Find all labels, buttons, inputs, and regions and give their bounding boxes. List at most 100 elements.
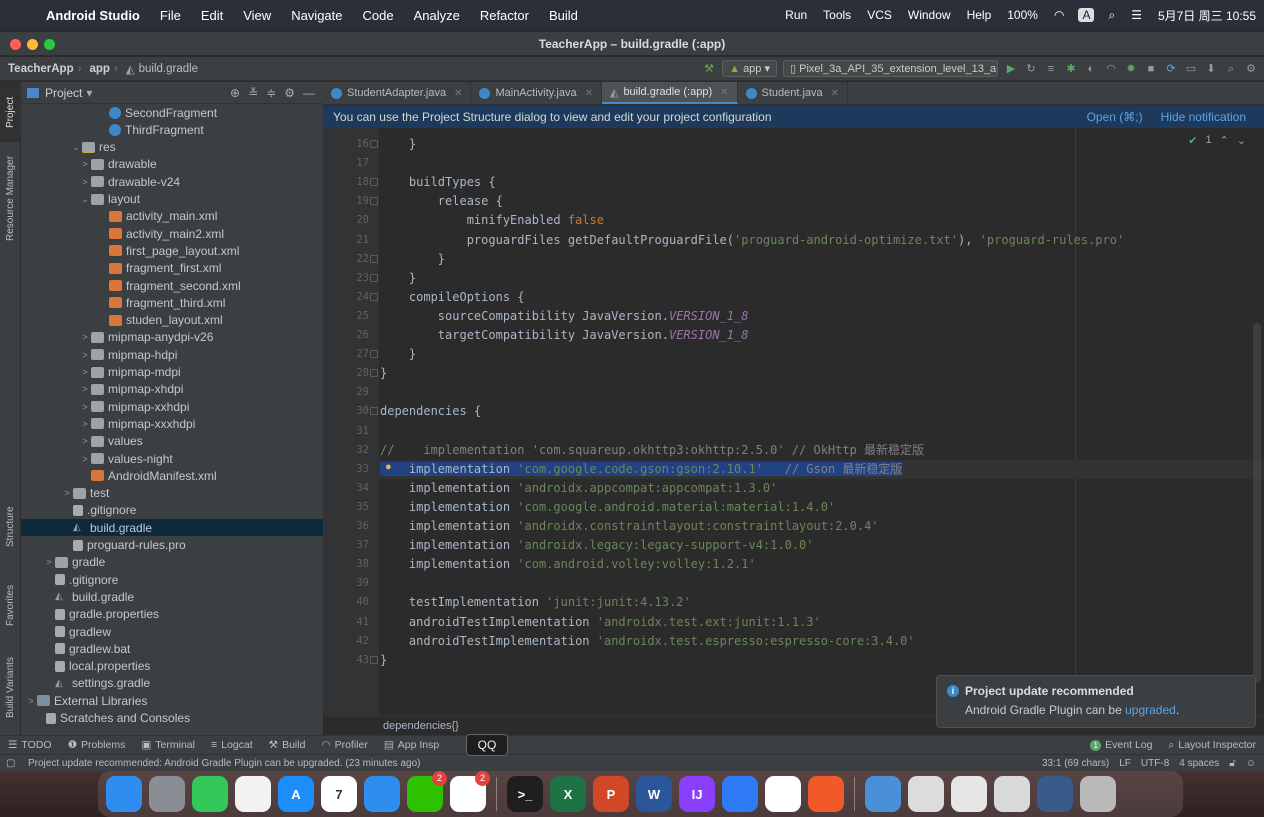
tree-item[interactable]: > mipmap-hdpi [21,346,323,363]
sync-gradle-icon[interactable]: ⟳ [1164,62,1178,76]
spotlight-icon[interactable]: ⌕ [1100,8,1123,23]
chevron-right-icon[interactable]: > [43,557,55,567]
gear-icon[interactable]: ⚙ [284,86,295,100]
tool-tab-favorites[interactable]: Favorites [0,570,21,640]
tool-logcat[interactable]: ≡ Logcat [203,739,261,751]
status-message[interactable]: Project update recommended: Android Grad… [0,758,420,769]
tree-item[interactable]: .gitignore [21,571,323,588]
nav-file[interactable]: ◭ build.gradle [118,62,202,76]
chevron-right-icon[interactable]: > [79,454,91,464]
intellij-icon[interactable]: IJ [679,776,715,812]
tool-build[interactable]: ⚒ Build [261,739,314,751]
code-line[interactable]: androidTestImplementation 'androidx.test… [380,632,915,651]
code-line[interactable]: targetCompatibility JavaVersion.VERSION_… [380,326,749,345]
editor-scrollbar[interactable] [1253,323,1261,683]
close-window-icon[interactable] [10,39,21,50]
hide-notification-link[interactable]: Hide notification [1161,110,1246,124]
tree-item[interactable]: activity_main.xml [21,208,323,225]
tree-item[interactable]: gradle.properties [21,606,323,623]
fold-marker-icon[interactable] [370,178,378,187]
tree-item[interactable]: ⌄ layout [21,191,323,208]
chevron-right-icon[interactable]: > [25,696,37,706]
tool-event-log[interactable]: 1 Event Log [1082,739,1160,752]
notes-icon[interactable] [235,776,271,812]
tab-main-activity[interactable]: MainActivity.java ✕ [471,82,602,104]
launchpad-icon[interactable] [149,776,185,812]
calendar-icon[interactable]: 7 [321,776,357,812]
chevron-right-icon[interactable]: > [79,367,91,377]
code-line[interactable]: // implementation 'com.squareup.okhttp3:… [380,441,924,460]
code-line[interactable]: implementation 'androidx.appcompat:appco… [380,479,777,498]
profiler-icon[interactable]: ◠ [1104,62,1118,76]
tree-item[interactable]: local.properties [21,658,323,675]
nav-module[interactable]: app [81,63,113,75]
minimize-window-icon[interactable] [27,39,38,50]
project-view-select[interactable]: Project [45,86,82,100]
fold-marker-icon[interactable] [370,254,378,263]
window-thumb-icon[interactable] [951,776,987,812]
code-line[interactable]: } [380,345,416,364]
collapse-all-icon[interactable]: ≑ [266,86,276,100]
code-line[interactable]: } [380,250,445,269]
file-encoding[interactable]: UTF-8 [1141,758,1169,769]
close-tab-icon[interactable]: ✕ [720,87,728,98]
menu-build[interactable]: Build [539,8,588,23]
stop-icon[interactable]: ■ [1144,62,1158,76]
tree-item[interactable]: fragment_first.xml [21,260,323,277]
menu-navigate[interactable]: Navigate [281,8,352,23]
tool-problems[interactable]: ❶ Problems [60,739,134,751]
lightbulb-icon[interactable]: ● [385,461,392,473]
input-method-indicator[interactable]: A [1078,8,1095,22]
tab-student-adapter[interactable]: StudentAdapter.java ✕ [323,82,472,104]
tool-tab-build-variants[interactable]: Build Variants [0,648,21,728]
zoom-window-icon[interactable] [44,39,55,50]
menu-vcs[interactable]: VCS [859,8,900,22]
locate-file-icon[interactable]: ⊕ [230,86,240,100]
chevron-right-icon[interactable]: > [79,419,91,429]
tree-item[interactable]: > mipmap-mdpi [21,364,323,381]
face-icon[interactable]: ☺ [1246,758,1256,769]
code-line[interactable]: compileOptions { [380,288,525,307]
tree-item[interactable]: > test [21,485,323,502]
menu-view[interactable]: View [233,8,281,23]
chevron-up-icon[interactable]: ⌃ [1220,134,1229,147]
tree-item[interactable]: > gradle [21,554,323,571]
tree-item[interactable]: SecondFragment [21,104,323,121]
code-line[interactable]: } [380,651,387,670]
coverage-icon[interactable]: ◐ [1084,62,1098,76]
tree-item[interactable]: > values-night [21,450,323,467]
search-icon[interactable]: ⌕ [1224,62,1238,76]
apply-changes-icon[interactable]: ↻ [1024,62,1038,76]
word-icon[interactable]: W [636,776,672,812]
menu-analyze[interactable]: Analyze [404,8,470,23]
code-line[interactable]: } [380,269,416,288]
debug-icon[interactable]: ✱ [1064,62,1078,76]
tree-item[interactable]: ◭ settings.gradle [21,675,323,692]
chevron-right-icon[interactable]: > [79,384,91,394]
tree-item[interactable]: > mipmap-anydpi-v26 [21,329,323,346]
fold-marker-icon[interactable] [370,292,378,301]
tool-tab-project[interactable]: Project [0,82,21,142]
chevron-right-icon[interactable]: > [79,159,91,169]
pen-app-icon[interactable] [808,776,844,812]
window-thumb-icon[interactable] [1037,776,1073,812]
close-tab-icon[interactable]: ✕ [454,88,462,99]
safari-icon[interactable] [364,776,400,812]
device-manager-icon[interactable]: ▭ [1184,62,1198,76]
menu-tools[interactable]: Tools [815,8,859,22]
tool-todo[interactable]: ☰ TODO [0,739,60,751]
code-line[interactable]: testImplementation 'junit:junit:4.13.2' [380,593,691,612]
tree-item[interactable]: > mipmap-xxxhdpi [21,415,323,432]
tool-layout-inspector[interactable]: ⌕ Layout Inspector [1160,739,1264,752]
fold-marker-icon[interactable] [370,197,378,206]
close-tab-icon[interactable]: ✕ [831,88,839,99]
tree-item[interactable]: ◭ build.gradle [21,588,323,605]
wechat-icon[interactable]: 2 [407,771,447,812]
fold-marker-icon[interactable] [370,273,378,282]
code-line[interactable]: implementation 'androidx.legacy:legacy-s… [380,536,814,555]
tree-item[interactable]: > drawable [21,156,323,173]
tree-item[interactable]: .gitignore [21,502,323,519]
window-thumb-icon[interactable] [908,776,944,812]
tool-profiler[interactable]: ◠ Profiler [313,739,375,751]
chevron-down-icon[interactable]: ⌄ [70,142,82,153]
